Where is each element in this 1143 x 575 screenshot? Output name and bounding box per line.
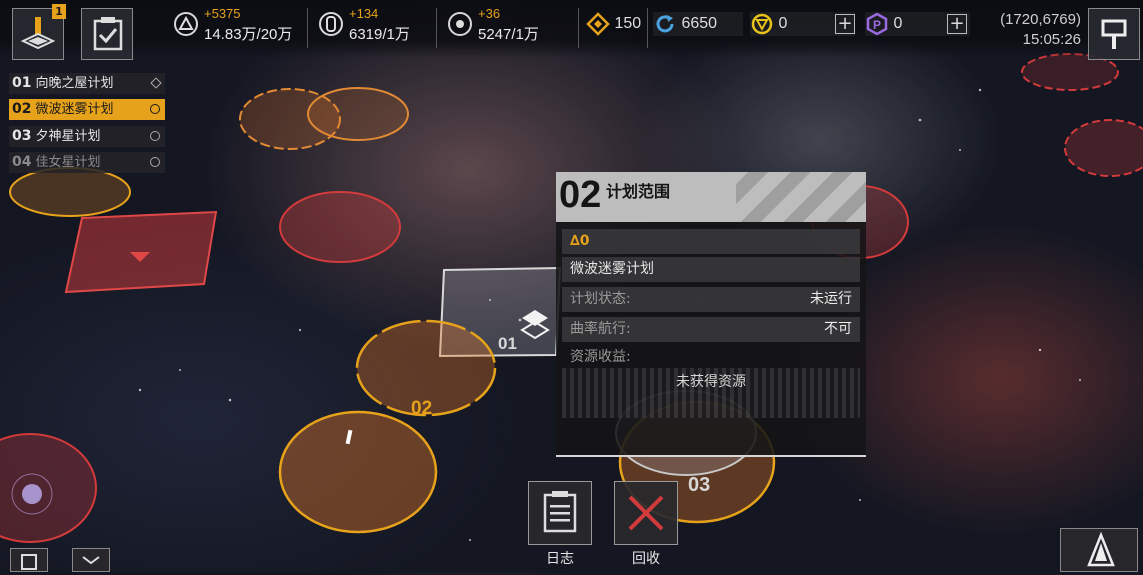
status-dot-icon — [150, 157, 160, 167]
token-icon — [751, 13, 773, 35]
plan-number: 01 — [12, 75, 32, 91]
plan-name: 佳女星计划 — [35, 155, 101, 170]
coordinates: (1720,6769) — [1000, 11, 1081, 28]
mail-button[interactable] — [72, 548, 110, 572]
log-button[interactable] — [528, 481, 592, 545]
status-dot-icon — [150, 104, 160, 114]
warp-label: 曲率航行: — [570, 321, 631, 337]
plan-name: 向晚之屋计划 — [35, 76, 114, 91]
refresh-icon — [656, 15, 674, 33]
panel-title: 计划范围 — [606, 182, 671, 201]
income-value: 未获得资源 — [676, 374, 746, 390]
clipboard-check-icon — [93, 17, 123, 51]
income-row: 资源收益: — [562, 345, 860, 370]
plan-info-panel: 02 计划范围 ∆0 微波迷雾计划 计划状态: 未运行 曲率航行: 不可 资源收… — [556, 172, 866, 457]
recycle-label: 回收 — [632, 551, 660, 567]
zone-label-02: 02 — [411, 398, 432, 419]
plan-item-02[interactable]: 02 微波迷雾计划 — [9, 99, 165, 120]
fleet-icon — [1087, 531, 1115, 567]
recycle-button[interactable] — [614, 481, 678, 545]
clock: 15:05:26 — [1022, 31, 1081, 48]
calendar-icon — [21, 554, 37, 570]
plan-number: 04 — [12, 154, 32, 170]
divider — [578, 8, 579, 48]
warp-value: 不可 — [824, 321, 852, 337]
diamond-marker-icon — [150, 77, 162, 89]
close-x-icon — [628, 495, 664, 531]
purple-p-icon: P — [866, 12, 888, 36]
tasks-button[interactable] — [81, 8, 133, 60]
signpost-button[interactable] — [1088, 8, 1140, 60]
calendar-button[interactable] — [10, 548, 48, 572]
metal-delta: +5375 — [204, 6, 241, 21]
plan-item-03[interactable]: 03 夕神星计划 — [9, 126, 165, 147]
beacon-badge: 1 — [52, 4, 66, 19]
add-token-button[interactable]: + — [835, 14, 855, 34]
plan-item-01[interactable]: 01 向晚之屋计划 — [9, 73, 165, 94]
crystal-icon — [319, 12, 343, 36]
status-label: 计划状态: — [570, 291, 631, 307]
deuterium-icon — [448, 12, 472, 36]
crystal-delta: +134 — [349, 6, 379, 21]
deuterium-delta: +36 — [478, 6, 501, 21]
plan-zone-02[interactable] — [278, 319, 497, 534]
diamond-icon — [586, 12, 610, 36]
purple-value: 0 — [893, 15, 903, 33]
warning-text: ∆0 — [570, 233, 590, 249]
status-dot-icon — [150, 131, 160, 141]
panel-header: 02 计划范围 — [556, 172, 866, 222]
clipboard-icon — [543, 491, 577, 533]
add-purple-button[interactable]: + — [947, 14, 967, 34]
crystal-amount: 6319/1万 — [349, 26, 410, 43]
mail-icon — [82, 556, 100, 565]
fleet-button[interactable] — [1060, 528, 1138, 572]
svg-text:P: P — [873, 18, 881, 32]
refresh-value: 6650 — [681, 15, 718, 33]
status-row: 计划状态: 未运行 — [562, 287, 860, 312]
plan-name: 夕神星计划 — [35, 129, 101, 144]
status-value: 未运行 — [810, 291, 852, 307]
panel-number: 02 — [559, 174, 602, 216]
income-label: 资源收益: — [570, 349, 631, 365]
deuterium-amount: 5247/1万 — [478, 26, 539, 43]
zone-label-03: 03 — [688, 474, 710, 496]
divider — [307, 8, 308, 48]
log-label: 日志 — [546, 551, 574, 567]
plan-number: 03 — [12, 128, 32, 144]
top-bar — [0, 0, 1143, 58]
token-value: 0 — [778, 15, 788, 33]
diamond-value: 150 — [614, 15, 642, 33]
warp-row: 曲率航行: 不可 — [562, 317, 860, 342]
coordinates-clock: (1720,6769) 15:05:26 — [1000, 10, 1081, 50]
plan-number: 02 — [12, 101, 32, 117]
divider — [436, 8, 437, 48]
plan-item-04[interactable]: 04 佳女星计划 — [9, 152, 165, 173]
plan-name: 微波迷雾计划 — [570, 261, 654, 277]
divider — [647, 8, 648, 48]
plan-name: 微波迷雾计划 — [35, 102, 114, 117]
zone-label-01: 01 — [498, 334, 517, 353]
signpost-icon — [1101, 19, 1127, 49]
triangle-icon — [174, 12, 198, 36]
metal-amount: 14.83万/20万 — [204, 26, 293, 43]
plan-name-row: 微波迷雾计划 — [562, 257, 860, 282]
currency-refresh[interactable]: 6650 — [653, 12, 743, 36]
currency-diamond[interactable]: 150 — [586, 12, 641, 36]
warning-row: ∆0 — [562, 229, 860, 254]
